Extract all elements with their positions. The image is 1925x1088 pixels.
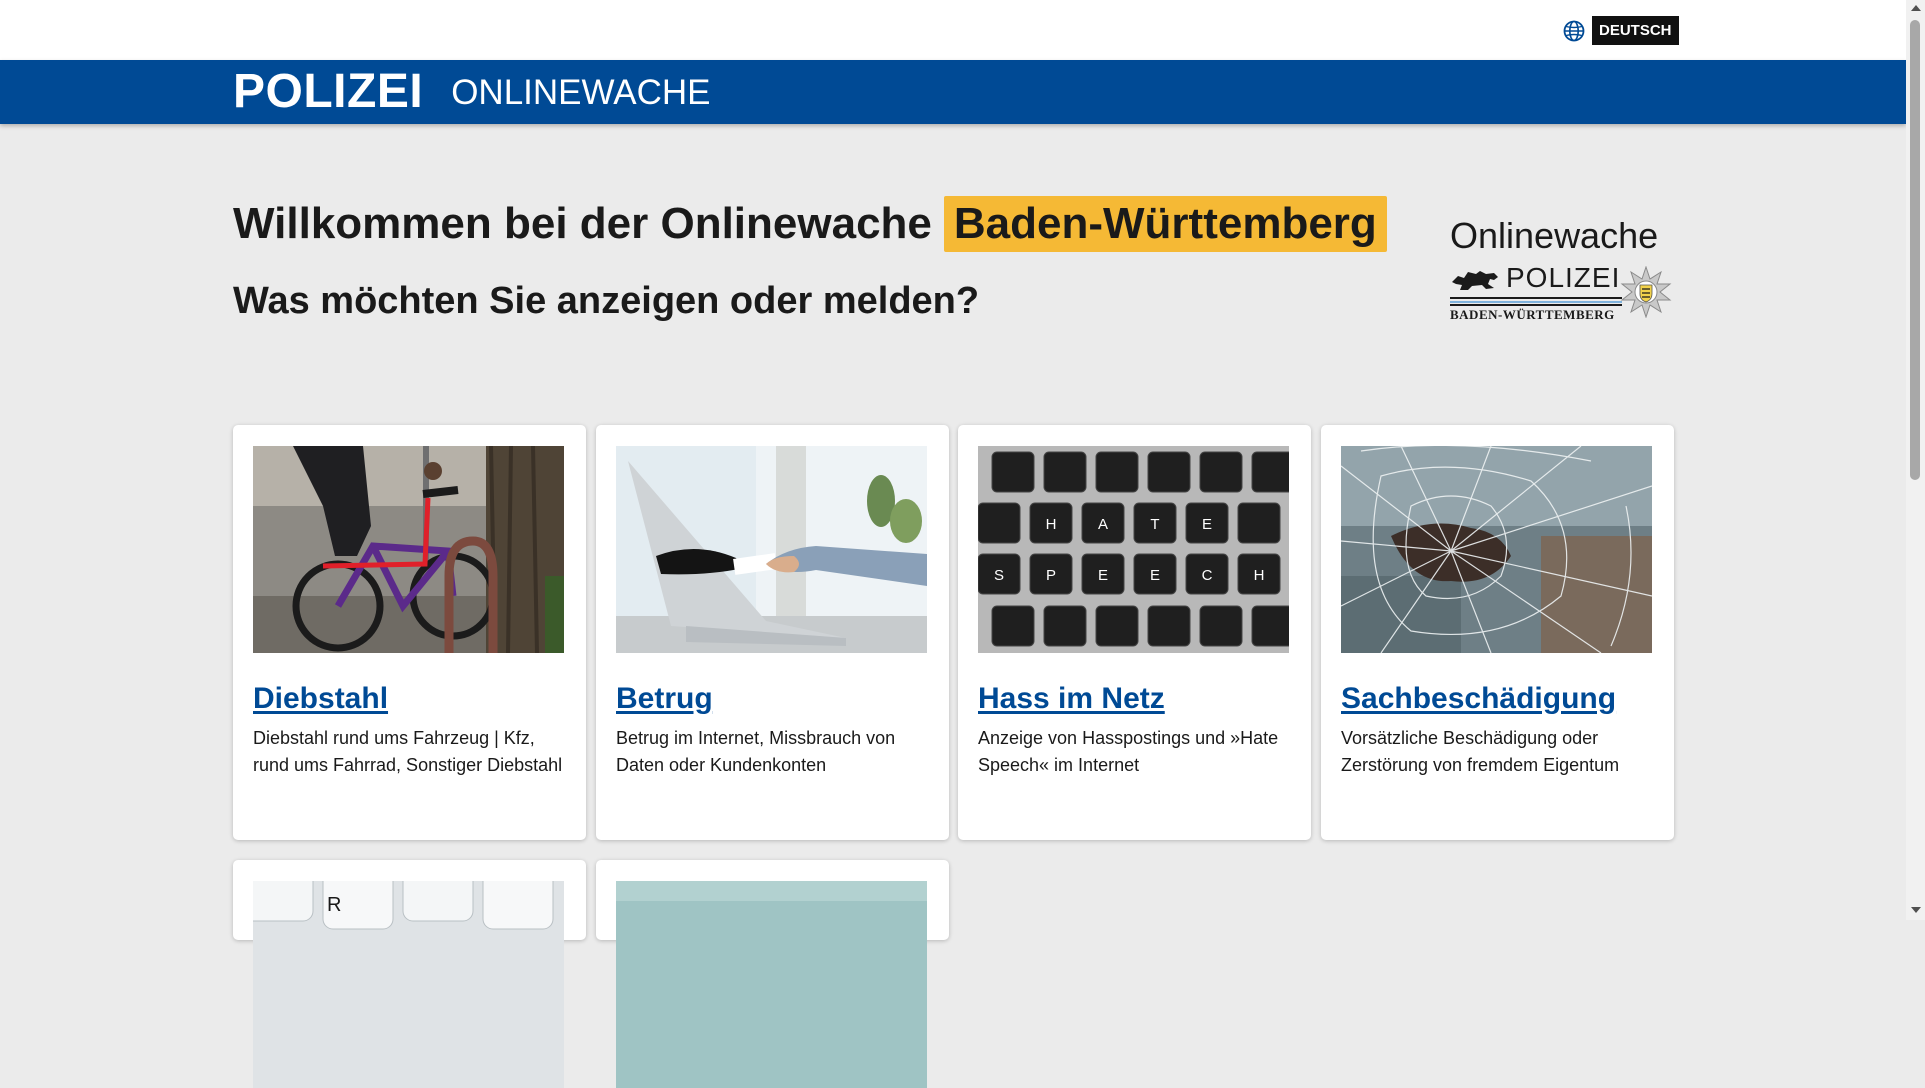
card-image-diebstahl [253,446,564,653]
card-description-hass-im-netz: Anzeige von Hasspostings und »Hate Speec… [978,728,1279,775]
card-diebstahl[interactable]: Diebstahl Diebstahl rund ums Fahrzeug | … [233,425,586,840]
logo-state: BADEN-WÜRTTEMBERG [1450,307,1615,322]
hate-speech-keyboard-image: H A T E S P E E C H [978,446,1289,653]
card-image-row2-2 [616,881,927,1088]
logo-stripes [1450,297,1622,306]
card-image-betrug [616,446,927,653]
card-hass-im-netz[interactable]: H A T E S P E E C H Hass im Netz Anzeige… [958,425,1311,840]
scrollbar-thumb[interactable] [1910,20,1920,480]
key-t: T [1150,516,1159,533]
card-image-hass-im-netz: H A T E S P E E C H [978,446,1289,653]
key-h: H [1046,516,1057,533]
card-description-betrug: Betrug im Internet, Missbrauch von Daten… [616,728,896,775]
brand-name: POLIZEI [233,65,424,118]
title-prefix: Willkommen bei der Onlinewache [233,199,932,248]
page-title: Willkommen bei der Onlinewache Baden-Wür… [233,196,1387,252]
key-e3: E [1150,567,1160,584]
police-star-icon [1620,266,1672,318]
scroll-down-arrow-icon[interactable] [1911,907,1921,913]
broken-glass-image [1341,446,1652,653]
globe-icon[interactable] [1562,19,1586,43]
title-highlight: Baden-Württemberg [943,196,1387,252]
language-switcher[interactable]: DEUTSCH [1562,16,1679,45]
key-e2: E [1098,567,1108,584]
language-button[interactable]: DEUTSCH [1592,16,1679,45]
page-question: Was möchten Sie anzeigen oder melden? [233,280,980,322]
card-title-betrug[interactable]: Betrug [616,682,713,716]
lion-icon [1452,271,1498,290]
teal-image [616,881,927,1088]
top-bar: DEUTSCH [0,0,1906,60]
key-a: A [1098,516,1108,533]
key-r: R [327,894,341,916]
scrollbar[interactable] [1906,0,1925,920]
bike-theft-image [253,446,564,653]
header-bar: POLIZEI ONLINEWACHE [0,60,1906,124]
card-row2-1[interactable]: R [233,860,586,1088]
logo-title: Onlinewache [1450,215,1659,256]
key-h2: H [1254,567,1265,584]
home-link[interactable]: POLIZEI ONLINEWACHE [233,60,710,124]
card-description-diebstahl: Diebstahl rund ums Fahrzeug | Kfz, rund … [253,728,563,775]
card-description-sachbeschaedigung: Vorsätzliche Beschädigung oder Zerstörun… [1341,728,1620,775]
card-row2-2[interactable] [596,860,949,1088]
scroll-up-arrow-icon[interactable] [1911,5,1921,11]
onlinewache-logo: Onlinewache POLIZEI BADEN-WÜRTTEMBERG [1446,215,1672,322]
fraud-image [616,446,927,653]
card-betrug[interactable]: Betrug Betrug im Internet, Missbrauch vo… [596,425,949,840]
card-image-sachbeschaedigung [1341,446,1652,653]
card-sachbeschaedigung[interactable]: Sachbeschädigung Vorsätzliche Beschädigu… [1321,425,1674,840]
logo-polizei: POLIZEI [1506,262,1621,293]
card-title-sachbeschaedigung[interactable]: Sachbeschädigung [1341,682,1616,716]
card-title-hass-im-netz[interactable]: Hass im Netz [978,682,1165,716]
card-title-diebstahl[interactable]: Diebstahl [253,682,388,716]
key-s: S [994,567,1004,584]
keyboard-closeup-image: R [253,881,564,1088]
key-e: E [1202,516,1212,533]
key-c: C [1202,567,1213,584]
card-image-row2-1: R [253,881,564,1088]
brand-subtitle: ONLINEWACHE [451,72,711,112]
key-p: P [1046,567,1056,584]
